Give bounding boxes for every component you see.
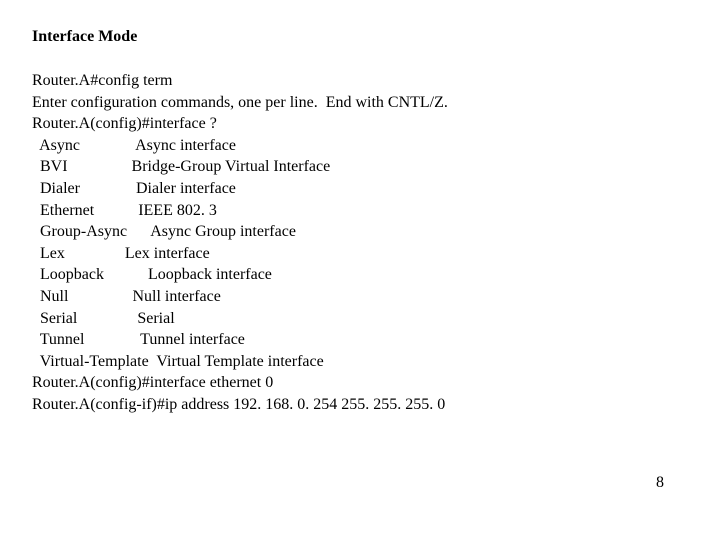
terminal-line: Group-Async Async Group interface	[32, 221, 688, 243]
terminal-line: Router.A(config-if)#ip address 192. 168.…	[32, 394, 688, 416]
terminal-line: Dialer Dialer interface	[32, 178, 688, 200]
terminal-line: Router.A(config)#interface ethernet 0	[32, 372, 688, 394]
page-title: Interface Mode	[32, 28, 688, 46]
terminal-line: Loopback Loopback interface	[32, 264, 688, 286]
page-number: 8	[656, 474, 664, 492]
terminal-line: Ethernet IEEE 802. 3	[32, 200, 688, 222]
terminal-line: Router.A(config)#interface ?	[32, 113, 688, 135]
terminal-line: Null Null interface	[32, 286, 688, 308]
terminal-line: Router.A#config term	[32, 70, 688, 92]
terminal-block: Router.A#config term Enter configuration…	[32, 70, 688, 416]
terminal-line: Tunnel Tunnel interface	[32, 329, 688, 351]
terminal-line: Lex Lex interface	[32, 243, 688, 265]
terminal-line: Enter configuration commands, one per li…	[32, 92, 688, 114]
terminal-line: BVI Bridge-Group Virtual Interface	[32, 156, 688, 178]
terminal-line: Virtual-Template Virtual Template interf…	[32, 351, 688, 373]
terminal-line: Serial Serial	[32, 308, 688, 330]
terminal-line: Async Async interface	[32, 135, 688, 157]
